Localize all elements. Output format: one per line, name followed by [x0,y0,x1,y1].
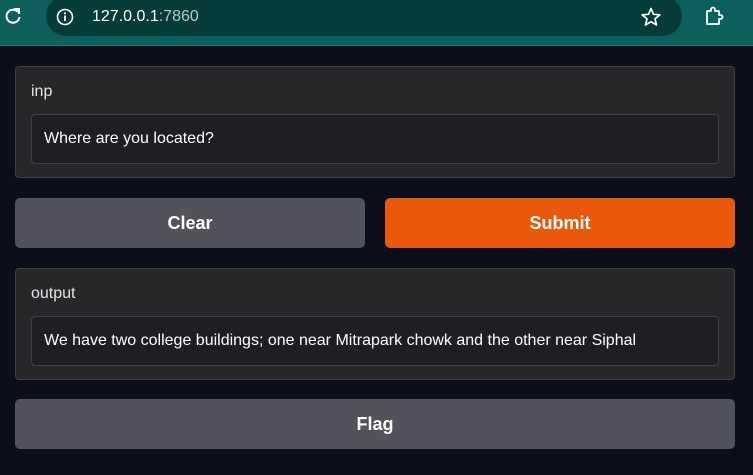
url-text[interactable]: 127.0.0.1:7860 [92,6,199,28]
input-textbox[interactable]: Where are you located? [31,114,719,164]
input-block: inp Where are you located? [15,66,735,178]
reload-icon[interactable] [3,6,23,26]
input-label: inp [31,83,53,100]
clear-button[interactable]: Clear [15,198,365,248]
star-icon[interactable] [640,6,662,28]
info-icon[interactable] [56,8,74,26]
output-block: output We have two college buildings; on… [15,268,735,380]
extensions-icon[interactable] [703,5,725,27]
output-label: output [31,285,76,302]
url-host: 127.0.0.1 [92,8,159,25]
browser-toolbar: 127.0.0.1:7860 [0,0,753,46]
gradio-app: inp Where are you located? Clear Submit … [0,47,753,475]
url-port: :7860 [158,8,199,25]
output-textbox[interactable]: We have two college buildings; one near … [31,316,719,366]
submit-button[interactable]: Submit [385,198,735,248]
flag-button[interactable]: Flag [15,399,735,449]
